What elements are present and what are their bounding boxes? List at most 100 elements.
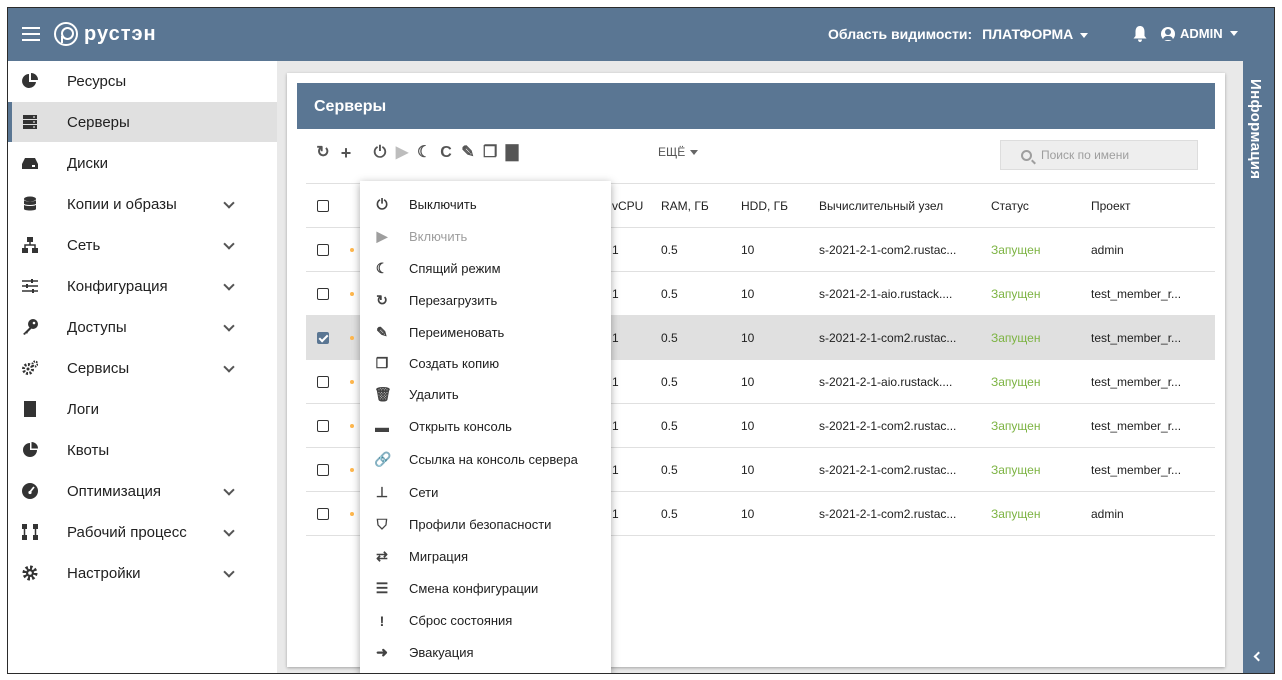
moon-icon[interactable]: ☾ xyxy=(417,145,431,161)
scope-selector: Область видимости: ПЛАТФОРМА xyxy=(828,26,1089,42)
search-input[interactable]: Поиск по имени xyxy=(1000,140,1198,170)
context-menu-label: Создать копию xyxy=(409,356,500,371)
logo[interactable]: рустэн xyxy=(54,21,157,47)
context-menu-item[interactable]: 🗑 Удалить xyxy=(360,379,611,410)
column-header-hdd[interactable]: HDD, ГБ xyxy=(730,183,808,228)
column-header-ram[interactable]: RAM, ГБ xyxy=(650,183,730,228)
cell-ram: 0.5 xyxy=(650,447,730,492)
sidebar-item-logs[interactable]: Логи xyxy=(8,389,277,429)
cell-node: s-2021-2-1-com2.rustac... xyxy=(808,227,980,272)
row-checkbox[interactable] xyxy=(317,508,329,521)
more-dropdown[interactable]: ЕЩЁ xyxy=(658,145,699,159)
context-menu-label: Включить xyxy=(409,229,468,244)
user-name: ADMIN xyxy=(1180,26,1223,41)
context-menu-item[interactable]: ❐ Создать копию xyxy=(360,348,611,379)
row-checkbox[interactable] xyxy=(317,244,329,257)
context-menu-item[interactable]: ↻ Перезагрузить xyxy=(360,285,611,316)
context-menu-label: Открыть консоль xyxy=(409,419,512,434)
app-window: рустэн Область видимости: ПЛАТФОРМА ADMI… xyxy=(7,7,1275,674)
search-placeholder: Поиск по имени xyxy=(1041,148,1130,162)
context-menu-item[interactable]: 🔗 Ссылка на консоль сервера xyxy=(360,444,611,475)
logo-text: рустэн xyxy=(84,22,157,45)
moon-icon: ☾ xyxy=(375,260,389,276)
sidebar-item-access[interactable]: Доступы xyxy=(8,307,277,347)
scope-dropdown[interactable]: ПЛАТФОРМА xyxy=(982,26,1089,42)
refresh-icon[interactable]: ↻ xyxy=(316,145,330,161)
sidebar-item-resources[interactable]: Ресурсы xyxy=(8,61,277,101)
row-checkbox[interactable] xyxy=(317,376,329,389)
edit-icon[interactable]: ✎ xyxy=(461,145,475,161)
context-menu-item[interactable]: ▶ Включить xyxy=(360,221,611,252)
cell-node: s-2021-2-1-com2.rustac... xyxy=(808,403,980,448)
cell-project: admin xyxy=(1080,227,1215,272)
restart-icon: ↻ xyxy=(376,292,388,308)
cell-ram: 0.5 xyxy=(650,271,730,316)
cell-project: test_member_r... xyxy=(1080,271,1215,316)
cell-hdd: 10 xyxy=(730,447,808,492)
cell-hdd: 10 xyxy=(730,271,808,316)
sidebar-item-label: Копии и образы xyxy=(67,195,177,213)
select-all-checkbox[interactable] xyxy=(317,200,329,213)
sidebar-item-label: Доступы xyxy=(67,318,127,336)
copy-icon[interactable]: ❐ xyxy=(483,145,497,161)
cell-project: test_member_r... xyxy=(1080,447,1215,492)
context-menu-item[interactable]: ☰ Смена конфигурации xyxy=(360,573,611,604)
row-checkbox[interactable] xyxy=(317,332,329,345)
context-menu-item[interactable]: ☾ Спящий режим xyxy=(360,253,611,284)
chevron-left-icon[interactable] xyxy=(1253,651,1264,662)
context-menu-label: Миграция xyxy=(409,549,469,564)
sidebar-item-copies-images[interactable]: Копии и образы xyxy=(8,184,277,224)
sidebar-item-quotas[interactable]: Квоты xyxy=(8,430,277,470)
column-header-status[interactable]: Статус xyxy=(980,183,1080,228)
info-panel: Информация xyxy=(1243,61,1274,673)
info-panel-title[interactable]: Информация xyxy=(1247,79,1264,179)
context-menu-label: Переименовать xyxy=(409,325,505,340)
cell-ram: 0.5 xyxy=(650,403,730,448)
context-menu-item[interactable]: ! Сброс состояния xyxy=(360,605,611,636)
sidebar-item-services[interactable]: Сервисы xyxy=(8,348,277,388)
quota-pie-icon xyxy=(23,442,38,457)
context-menu-item[interactable]: ⛉ Профили безопасности xyxy=(360,509,611,540)
context-menu-item[interactable]: ⊥ Сети xyxy=(360,477,611,508)
column-header-node[interactable]: Вычислительный узел xyxy=(808,183,980,228)
add-icon[interactable]: + xyxy=(339,144,353,162)
chevron-down-icon xyxy=(223,197,235,209)
row-select-cell xyxy=(306,315,339,360)
context-menu-item[interactable]: ⇄ Миграция xyxy=(360,541,611,572)
sidebar-item-settings[interactable]: Настройки xyxy=(8,553,277,593)
trash-icon[interactable]: ▇ xyxy=(505,145,519,161)
gauge-icon xyxy=(22,483,38,499)
trash-icon: 🗑 xyxy=(374,386,392,402)
sidebar-item-network[interactable]: Сеть xyxy=(8,225,277,265)
sidebar-item-optimization[interactable]: Оптимизация xyxy=(8,471,277,511)
context-menu-label: Удалить xyxy=(409,387,459,402)
context-menu-label: Ссылка на консоль сервера xyxy=(409,452,578,467)
sidebar-item-servers[interactable]: Серверы xyxy=(8,102,277,142)
context-menu-item[interactable]: ✎ Переименовать xyxy=(360,317,611,348)
bell-icon[interactable] xyxy=(1133,26,1147,42)
context-menu-item[interactable]: ⏻ Выключить xyxy=(360,189,611,220)
context-menu-label: Эвакуация xyxy=(409,645,474,660)
cell-node: s-2021-2-1-aio.rustack.... xyxy=(808,359,980,404)
sidebar-item-label: Квоты xyxy=(67,441,110,459)
link-icon: 🔗 xyxy=(374,451,392,467)
row-checkbox[interactable] xyxy=(317,420,329,433)
cell-ram: 0.5 xyxy=(650,315,730,360)
play-icon[interactable]: ▶ xyxy=(395,145,409,161)
row-checkbox[interactable] xyxy=(317,464,329,477)
hamburger-menu-icon[interactable] xyxy=(22,23,40,45)
context-menu-item[interactable]: ➜ Эвакуация xyxy=(360,637,611,668)
restart-icon[interactable]: C xyxy=(439,145,453,161)
console-icon: ▬ xyxy=(375,418,389,435)
row-checkbox[interactable] xyxy=(317,288,329,301)
sidebar-item-disks[interactable]: Диски xyxy=(8,143,277,183)
sidebar-item-configuration[interactable]: Конфигурация xyxy=(8,266,277,306)
sidebar-item-workflow[interactable]: Рабочий процесс xyxy=(8,512,277,552)
power-off-icon[interactable]: ⏻ xyxy=(373,145,387,161)
context-menu-item[interactable]: ▬ Открыть консоль xyxy=(360,411,611,442)
column-header-project[interactable]: Проект xyxy=(1080,183,1215,228)
chevron-down-icon xyxy=(223,525,235,537)
sidebar-item-label: Конфигурация xyxy=(67,277,168,295)
status-dot-icon xyxy=(350,336,354,341)
user-menu[interactable]: ADMIN xyxy=(1161,26,1238,41)
